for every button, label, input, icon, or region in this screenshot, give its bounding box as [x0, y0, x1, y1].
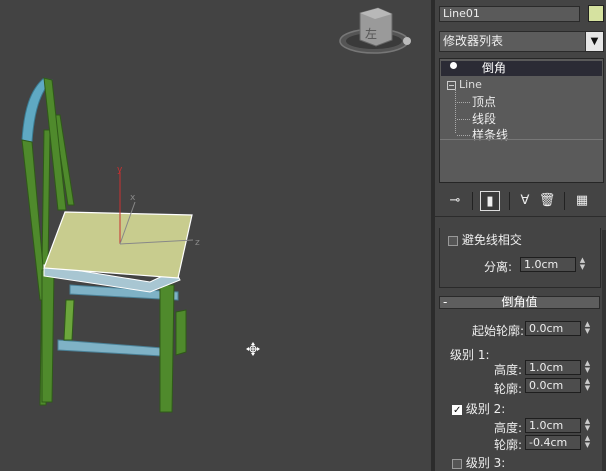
level3-checkbox[interactable] — [452, 458, 462, 469]
subobject-segment[interactable]: 线段 — [457, 110, 496, 127]
chevron-down-icon[interactable]: ▼ — [585, 32, 603, 51]
front-right-leg — [159, 284, 175, 413]
remove-modifier-icon[interactable]: 🗑 — [537, 191, 557, 211]
level2-checkbox[interactable]: ✓ — [452, 404, 462, 415]
modifier-list-dropdown[interactable]: 修改器列表 ▼ — [439, 31, 604, 52]
stack-item-line[interactable]: Line — [447, 78, 482, 91]
start-outline-label: 起始轮廓: — [472, 324, 525, 338]
panel-scrollbar[interactable] — [602, 230, 606, 471]
viewcube[interactable]: 左 — [339, 7, 411, 54]
level3-row[interactable]: 级别 3: — [452, 454, 505, 471]
start-outline-input[interactable]: 0.0cm — [525, 321, 581, 336]
pin-stack-icon[interactable]: ⊸ — [445, 191, 465, 211]
level1-outline-input[interactable]: 0.0cm — [525, 378, 581, 393]
level2-row[interactable]: ✓ 级别 2: — [452, 400, 505, 417]
lightbulb-icon[interactable] — [450, 62, 457, 69]
subobject-vertex[interactable]: 顶点 — [457, 93, 496, 110]
modify-panel: Line01 修改器列表 ▼ 倒角 Line 顶点 线段 样条线 ⊸ ▮ ∀ 🗑… — [435, 0, 606, 471]
level1-outline-spinner[interactable]: ▲ ▼ — [583, 378, 592, 393]
chair-model-scene: y x z 左 — [21, 7, 411, 413]
avoid-intersect-label: 避免线相交 — [461, 233, 522, 247]
configure-modifier-sets-icon[interactable]: ▦ — [572, 191, 592, 211]
gizmo-x-label: x — [130, 193, 136, 203]
level1-height-input[interactable]: 1.0cm — [525, 360, 581, 375]
side-rail — [63, 299, 75, 341]
object-color-swatch[interactable] — [588, 5, 604, 22]
stack-item-line-label: Line — [459, 78, 482, 91]
perspective-viewport[interactable]: y x z 左 — [0, 0, 431, 471]
toolbar-divider — [435, 216, 606, 217]
separation-spinner[interactable]: ▲ ▼ — [578, 257, 587, 272]
level2-height-spinner[interactable]: ▲ ▼ — [583, 418, 592, 433]
modifier-stack[interactable]: 倒角 Line 顶点 线段 样条线 — [439, 58, 604, 183]
level1-label: 级别 1: — [450, 348, 490, 362]
stack-item-bevel-label: 倒角 — [482, 61, 507, 75]
show-end-result-icon[interactable]: ▮ — [480, 191, 500, 211]
back-leg-right — [175, 309, 187, 356]
level2-height-label: 高度: — [494, 421, 523, 435]
level2-label: 级别 2: — [465, 402, 506, 416]
subobject-segment-label: 线段 — [472, 112, 497, 126]
modifier-list-label: 修改器列表 — [443, 34, 504, 48]
level2-outline-spinner[interactable]: ▲ ▼ — [583, 435, 592, 450]
object-name-field[interactable]: Line01 — [439, 6, 580, 22]
level2-height-input[interactable]: 1.0cm — [525, 418, 581, 433]
avoid-intersect-checkbox[interactable] — [448, 235, 458, 246]
subobject-spline[interactable]: 样条线 — [457, 126, 508, 143]
bevel-values-rollout-header[interactable]: - 倒角值 — [439, 296, 600, 309]
subobject-vertex-label: 顶点 — [472, 95, 497, 109]
stack-divider — [440, 139, 603, 140]
level1-height-spinner[interactable]: ▲ ▼ — [583, 360, 592, 375]
bevel-values-title: 倒角值 — [501, 295, 538, 309]
start-outline-spinner[interactable]: ▲ ▼ — [583, 321, 592, 336]
front-left-leg — [41, 269, 55, 403]
viewcube-face-label: 左 — [365, 26, 377, 41]
make-unique-icon[interactable]: ∀ — [515, 191, 535, 211]
level1-outline-label: 轮廓: — [494, 382, 523, 396]
stack-item-bevel[interactable]: 倒角 — [441, 61, 602, 76]
parameters-rollout: 避免线相交 分离: 1.0cm ▲ ▼ — [439, 228, 601, 288]
tree-line — [455, 89, 456, 133]
stack-toolbar: ⊸ ▮ ∀ 🗑 ▦ — [435, 188, 606, 214]
stretcher-front — [57, 339, 163, 357]
level1-height-label: 高度: — [494, 363, 523, 377]
separation-label: 分离: — [484, 260, 513, 274]
move-cursor-icon — [246, 342, 260, 356]
level3-label: 级别 3: — [465, 456, 506, 470]
seat-top — [43, 211, 193, 279]
gizmo-y-label: y — [117, 165, 123, 175]
level2-outline-input[interactable]: -0.4cm — [525, 435, 581, 450]
level2-outline-label: 轮廓: — [494, 438, 523, 452]
avoid-intersect-row[interactable]: 避免线相交 — [448, 231, 522, 248]
separation-input[interactable]: 1.0cm — [520, 257, 576, 272]
gizmo-z-label: z — [195, 238, 200, 248]
